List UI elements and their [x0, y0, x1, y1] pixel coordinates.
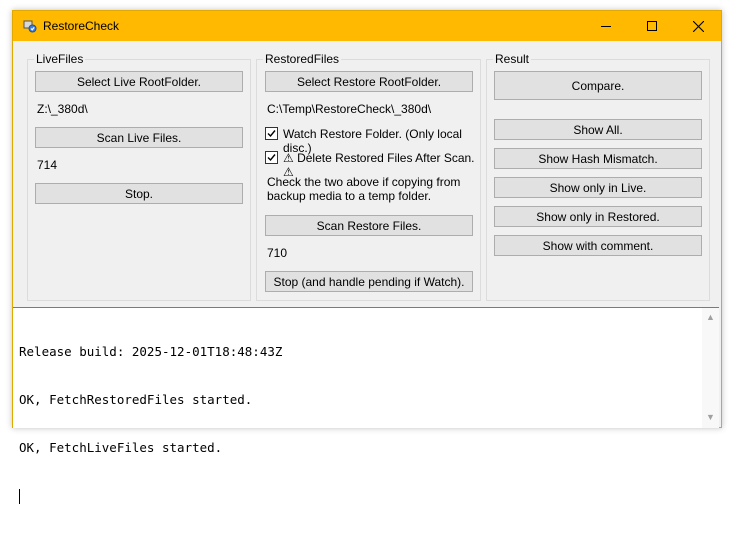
show-all-button[interactable]: Show All. [494, 119, 702, 140]
checkmark-icon [267, 130, 276, 138]
restore-path-label: C:\Temp\RestoreCheck\_380d\ [267, 102, 432, 116]
log-line: Release build: 2025-12-01T18:48:43Z [19, 344, 283, 359]
result-group: Result Compare. Show All. Show Hash Mism… [486, 52, 710, 301]
restore-file-count: 710 [267, 246, 288, 260]
checkmark-icon [267, 154, 276, 162]
show-with-comment-button[interactable]: Show with comment. [494, 235, 702, 256]
stop-restore-button[interactable]: Stop (and handle pending if Watch). [265, 271, 473, 292]
log-textbox[interactable]: Release build: 2025-12-01T18:48:43Z OK, … [13, 307, 719, 504]
restored-files-group: RestoredFiles Select Restore RootFolder.… [256, 52, 481, 301]
scan-restore-files-button[interactable]: Scan Restore Files. [265, 215, 473, 236]
window-title: RestoreCheck [43, 19, 120, 33]
live-file-count: 714 [37, 158, 58, 172]
live-files-group-title: LiveFiles [34, 52, 86, 66]
scroll-down-arrow-icon[interactable]: ▼ [706, 412, 715, 422]
minimize-button[interactable] [583, 11, 629, 41]
show-only-live-button[interactable]: Show only in Live. [494, 177, 702, 198]
compare-button[interactable]: Compare. [494, 71, 702, 100]
scan-live-files-button[interactable]: Scan Live Files. [35, 127, 243, 148]
log-line: OK, FetchLiveFiles started. [19, 440, 223, 455]
log-content: Release build: 2025-12-01T18:48:43Z OK, … [19, 312, 282, 536]
result-group-title: Result [493, 52, 532, 66]
restored-files-group-title: RestoredFiles [263, 52, 342, 66]
show-hash-mismatch-button[interactable]: Show Hash Mismatch. [494, 148, 702, 169]
hint-line-1: Check the two above if copying from [267, 175, 461, 189]
show-only-restored-button[interactable]: Show only in Restored. [494, 206, 702, 227]
maximize-icon [647, 21, 657, 31]
select-restore-root-button[interactable]: Select Restore RootFolder. [265, 71, 473, 92]
minimize-icon [601, 26, 611, 27]
delete-restored-checkbox[interactable] [265, 151, 278, 164]
hint-line-2: backup media to a temp folder. [267, 189, 432, 203]
scroll-up-arrow-icon[interactable]: ▲ [706, 312, 715, 322]
select-live-root-button[interactable]: Select Live RootFolder. [35, 71, 243, 92]
app-window: RestoreCheck LiveFiles Select Live RootF… [12, 10, 722, 504]
watch-restore-checkbox[interactable] [265, 127, 278, 140]
stop-live-button[interactable]: Stop. [35, 183, 243, 204]
log-line: OK, FetchRestoredFiles started. [19, 392, 253, 407]
log-scrollbar[interactable]: ▲ ▼ [702, 308, 719, 428]
close-button[interactable] [675, 11, 721, 41]
live-path-label: Z:\_380d\ [37, 102, 88, 116]
text-caret [19, 489, 20, 504]
close-icon [692, 20, 704, 32]
title-bar[interactable]: RestoreCheck [13, 11, 721, 41]
live-files-group: LiveFiles Select Live RootFolder. Z:\_38… [27, 52, 251, 301]
maximize-button[interactable] [629, 11, 675, 41]
app-icon [23, 19, 37, 33]
